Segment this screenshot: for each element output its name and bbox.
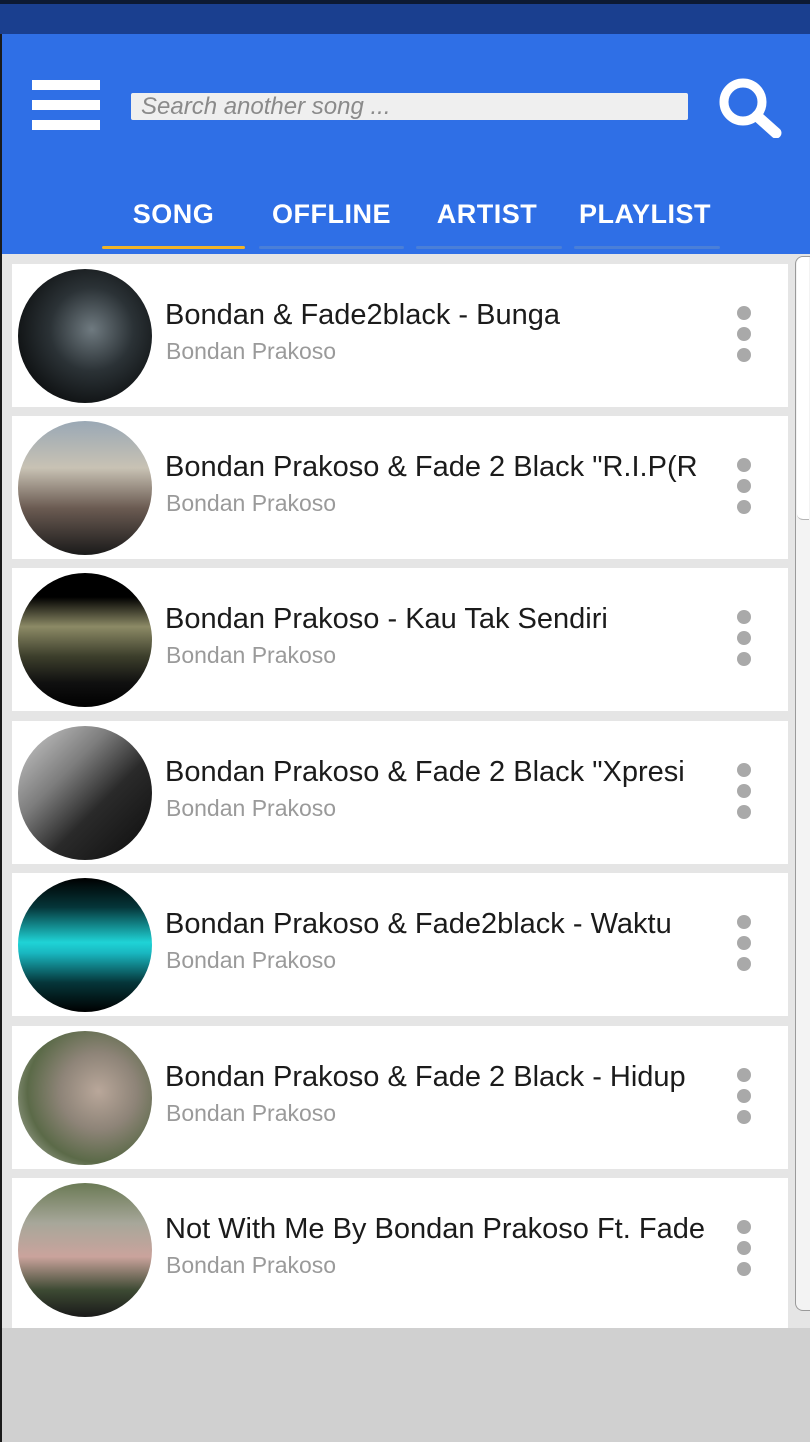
song-artist: Bondan Prakoso <box>166 1252 337 1278</box>
song-artist: Bondan Prakoso <box>166 642 337 668</box>
song-artist: Bondan Prakoso <box>166 947 337 973</box>
song-row[interactable]: Not With Me By Bondan Prakoso Ft. Fade B… <box>12 1178 788 1328</box>
search-input[interactable] <box>131 93 688 120</box>
song-row[interactable]: Bondan Prakoso - Kau Tak Sendiri Bondan … <box>12 568 788 711</box>
more-vertical-icon[interactable] <box>730 1220 758 1280</box>
tab-playlist[interactable]: PLAYLIST <box>572 196 718 232</box>
song-row[interactable]: Bondan Prakoso & Fade 2 Black "Xpresi Bo… <box>12 721 788 864</box>
song-thumbnail <box>18 573 152 707</box>
song-artist: Bondan Prakoso <box>166 1100 337 1126</box>
more-vertical-icon[interactable] <box>730 306 758 366</box>
scrollbar-thumb[interactable] <box>797 257 809 520</box>
song-artist: Bondan Prakoso <box>166 338 337 364</box>
tab-artist-indicator <box>416 246 562 249</box>
hamburger-menu-icon[interactable] <box>32 78 100 132</box>
song-thumbnail <box>18 726 152 860</box>
song-thumbnail <box>18 269 152 403</box>
tab-playlist-indicator <box>574 246 720 249</box>
status-bar <box>0 0 810 34</box>
song-row[interactable]: Bondan Prakoso & Fade 2 Black "R.I.P(R B… <box>12 416 788 559</box>
song-artist: Bondan Prakoso <box>166 795 337 821</box>
more-vertical-icon[interactable] <box>730 763 758 823</box>
song-title: Not With Me By Bondan Prakoso Ft. Fade <box>165 1213 705 1245</box>
song-thumbnail <box>18 1031 152 1165</box>
tab-song[interactable]: SONG <box>102 196 245 232</box>
song-title: Bondan & Fade2black - Bunga <box>165 299 560 331</box>
more-vertical-icon[interactable] <box>730 915 758 975</box>
song-thumbnail <box>18 1183 152 1317</box>
song-row[interactable]: Bondan Prakoso & Fade 2 Black - Hidup Bo… <box>12 1026 788 1169</box>
song-title: Bondan Prakoso & Fade 2 Black - Hidup <box>165 1061 686 1093</box>
song-list[interactable]: Bondan & Fade2black - Bunga Bondan Prako… <box>2 254 810 1328</box>
song-title: Bondan Prakoso & Fade 2 Black "R.I.P(R <box>165 451 698 483</box>
more-vertical-icon[interactable] <box>730 458 758 518</box>
more-vertical-icon[interactable] <box>730 610 758 670</box>
song-thumbnail <box>18 421 152 555</box>
search-icon[interactable] <box>716 78 782 139</box>
song-title: Bondan Prakoso - Kau Tak Sendiri <box>165 603 608 635</box>
tab-offline-indicator <box>259 246 404 249</box>
song-thumbnail <box>18 878 152 1012</box>
scrollbar[interactable] <box>795 256 810 1311</box>
tab-song-indicator <box>102 246 245 249</box>
more-vertical-icon[interactable] <box>730 1068 758 1128</box>
tab-artist[interactable]: ARTIST <box>416 196 558 232</box>
song-row[interactable]: Bondan & Fade2black - Bunga Bondan Prako… <box>12 264 788 407</box>
song-row[interactable]: Bondan Prakoso & Fade2black - Waktu Bond… <box>12 873 788 1016</box>
song-title: Bondan Prakoso & Fade2black - Waktu <box>165 908 672 940</box>
tab-offline[interactable]: OFFLINE <box>259 196 404 232</box>
song-title: Bondan Prakoso & Fade 2 Black "Xpresi <box>165 756 685 788</box>
song-artist: Bondan Prakoso <box>166 490 337 516</box>
bottom-area <box>2 1328 810 1442</box>
